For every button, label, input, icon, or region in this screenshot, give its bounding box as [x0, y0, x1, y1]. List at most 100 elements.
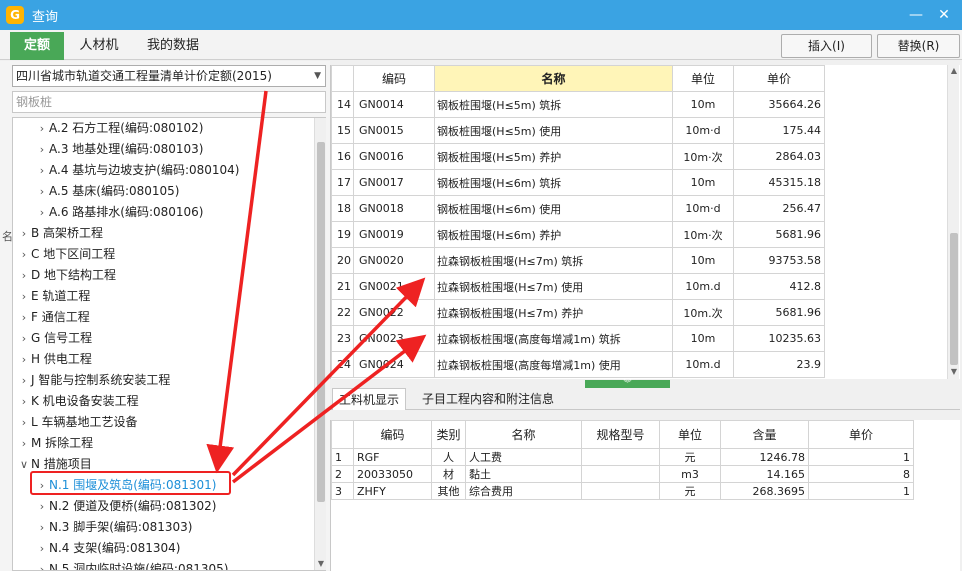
- tree-item[interactable]: › N.3 脚手架(编码:081303): [35, 517, 193, 538]
- tab-work-content[interactable]: 子目工程内容和附注信息: [416, 388, 560, 410]
- row-number: 24: [331, 351, 354, 378]
- chevron-right-icon[interactable]: ›: [17, 391, 31, 412]
- tree-item[interactable]: › C 地下区间工程: [17, 244, 115, 265]
- quota-grid: 编码 名称 单位 单价 14 GN0014 钢板桩围堰(H≤5m) 筑拆 10m 356…: [330, 65, 960, 379]
- col-header-code[interactable]: 编码: [353, 420, 432, 449]
- col-header-unit[interactable]: 单位: [672, 65, 734, 92]
- col-header-quantity[interactable]: 含量: [720, 420, 809, 449]
- resource-row[interactable]: 1 RGF 人人工费元 1246.78 1: [331, 448, 914, 466]
- library-select[interactable]: 四川省城市轨道交通工程量清单计价定额(2015) ▼: [12, 65, 326, 87]
- chevron-right-icon[interactable]: ›: [35, 160, 49, 181]
- tree-item[interactable]: › A.4 基坑与边坡支护(编码:080104): [35, 160, 240, 181]
- tree-item[interactable]: › N.5 洞内临时设施(编码:081305): [35, 559, 229, 570]
- scroll-down-icon[interactable]: ▼: [315, 558, 327, 570]
- close-button[interactable]: ✕: [934, 5, 954, 25]
- quota-name: 拉森钢板桩围堰(H≤7m) 筑拆: [434, 247, 673, 274]
- quota-row[interactable]: 19 GN0019 钢板桩围堰(H≤6m) 养护 10m·次 5681.96: [331, 221, 825, 248]
- col-header-type[interactable]: 类别: [431, 420, 466, 449]
- dropdown-arrow-icon[interactable]: ▼: [314, 66, 321, 86]
- pane-splitter-handle[interactable]: ︾: [585, 380, 670, 388]
- scroll-down-icon[interactable]: ▼: [948, 366, 960, 378]
- row-number: 14: [331, 91, 354, 118]
- quota-row[interactable]: 15 GN0015 钢板桩围堰(H≤5m) 使用 10m·d 175.44: [331, 117, 825, 144]
- col-header-code[interactable]: 编码: [353, 65, 435, 92]
- chevron-right-icon[interactable]: ›: [17, 412, 31, 433]
- col-header-name[interactable]: 名称: [465, 420, 582, 449]
- chevron-down-icon[interactable]: ∨: [17, 454, 31, 475]
- tab-resource-display[interactable]: 工料机显示: [332, 388, 407, 410]
- chevron-right-icon[interactable]: ›: [17, 433, 31, 454]
- chevron-right-icon[interactable]: ›: [35, 202, 49, 223]
- scroll-up-icon[interactable]: ▲: [948, 65, 960, 77]
- quota-row[interactable]: 18 GN0018 钢板桩围堰(H≤6m) 使用 10m·d 256.47: [331, 195, 825, 222]
- chevron-right-icon[interactable]: ›: [35, 139, 49, 160]
- col-header-spec[interactable]: 规格型号: [581, 420, 660, 449]
- resource-row[interactable]: 2 20033050 材黏土 m3 14.165 8: [331, 465, 914, 483]
- tree-item[interactable]: › N.4 支架(编码:081304): [35, 538, 181, 559]
- app-logo-icon: G: [6, 6, 24, 24]
- tab-resources[interactable]: 人材机: [66, 32, 132, 60]
- quota-row[interactable]: 14 GN0014 钢板桩围堰(H≤5m) 筑拆 10m 35664.26: [331, 91, 825, 118]
- quota-row[interactable]: 24 GN0024 拉森钢板桩围堰(高度每增减1m) 使用 10m.d 23.9: [331, 351, 825, 378]
- tree-item-label: D 地下结构工程: [31, 268, 117, 282]
- resource-unit: m3: [659, 465, 721, 483]
- quota-row[interactable]: 21 GN0021 拉森钢板桩围堰(H≤7m) 使用 10m.d 412.8: [331, 273, 825, 300]
- tree-scrollbar-thumb[interactable]: [317, 142, 325, 502]
- quota-scrollbar-thumb[interactable]: [950, 233, 958, 365]
- chevron-right-icon[interactable]: ›: [35, 538, 49, 559]
- tab-my-data[interactable]: 我的数据: [134, 32, 212, 60]
- col-header-name[interactable]: 名称: [434, 65, 673, 92]
- chevron-right-icon[interactable]: ›: [35, 181, 49, 202]
- tree-item[interactable]: › J 智能与控制系统安装工程: [17, 370, 171, 391]
- quota-row[interactable]: 20 GN0020 拉森钢板桩围堰(H≤7m) 筑拆 10m 93753.58: [331, 247, 825, 274]
- chevron-right-icon[interactable]: ›: [17, 349, 31, 370]
- col-header-price[interactable]: 单价: [733, 65, 825, 92]
- chevron-right-icon[interactable]: ›: [17, 328, 31, 349]
- quota-code: GN0018: [353, 195, 435, 222]
- chevron-right-icon[interactable]: ›: [17, 244, 31, 265]
- resource-row[interactable]: 3 ZHFY 其他 综合费用 元 268.3695 1: [331, 482, 914, 500]
- chevron-right-icon[interactable]: ›: [35, 559, 49, 570]
- tree-item[interactable]: › N.2 便道及便桥(编码:081302): [35, 496, 217, 517]
- tree-item[interactable]: › D 地下结构工程: [17, 265, 116, 286]
- insert-button[interactable]: 插入(I): [781, 34, 872, 58]
- col-header-unit[interactable]: 单位: [659, 420, 721, 449]
- chevron-right-icon[interactable]: ›: [17, 370, 31, 391]
- quota-row[interactable]: 22 GN0022 拉森钢板桩围堰(H≤7m) 养护 10m.次 5681.96: [331, 299, 825, 326]
- tree-item[interactable]: › A.3 地基处理(编码:080103): [35, 139, 204, 160]
- resource-spec: [581, 482, 660, 500]
- quota-code: GN0024: [353, 351, 435, 378]
- tree-scrollbar[interactable]: ▼: [314, 118, 326, 570]
- quota-row[interactable]: 17 GN0017 钢板桩围堰(H≤6m) 筑拆 10m 45315.18: [331, 169, 825, 196]
- chevron-right-icon[interactable]: ›: [35, 517, 49, 538]
- chevron-right-icon[interactable]: ›: [17, 265, 31, 286]
- tree-item[interactable]: › M 拆除工程: [17, 433, 93, 454]
- tree-item[interactable]: › G 信号工程: [17, 328, 92, 349]
- tree-item[interactable]: › E 轨道工程: [17, 286, 91, 307]
- tree-item[interactable]: › A.6 路基排水(编码:080106): [35, 202, 204, 223]
- search-input[interactable]: 钢板桩: [12, 91, 326, 113]
- chevron-right-icon[interactable]: ›: [17, 286, 31, 307]
- chevron-right-icon[interactable]: ›: [35, 496, 49, 517]
- quota-unit: 10m: [672, 325, 734, 352]
- quota-code: GN0021: [353, 273, 435, 300]
- tree-item[interactable]: › F 通信工程: [17, 307, 90, 328]
- quota-scrollbar[interactable]: ▲ ▼: [947, 65, 959, 379]
- col-header-price[interactable]: 单价: [808, 420, 914, 449]
- tree-item[interactable]: › H 供电工程: [17, 349, 92, 370]
- tree-item-label: B 高架桥工程: [31, 226, 104, 240]
- tree-item[interactable]: › A.5 基床(编码:080105): [35, 181, 180, 202]
- minimize-button[interactable]: —: [906, 5, 926, 25]
- tree-item[interactable]: › B 高架桥工程: [17, 223, 103, 244]
- chevron-right-icon[interactable]: ›: [17, 223, 31, 244]
- tree-item[interactable]: › K 机电设备安装工程: [17, 391, 139, 412]
- chevron-right-icon[interactable]: ›: [17, 307, 31, 328]
- tree-item-label: F 通信工程: [31, 310, 90, 324]
- quota-row[interactable]: 16 GN0016 钢板桩围堰(H≤5m) 养护 10m·次 2864.03: [331, 143, 825, 170]
- tree-item[interactable]: › A.2 石方工程(编码:080102): [35, 118, 204, 139]
- quota-row[interactable]: 23 GN0023 拉森钢板桩围堰(高度每增减1m) 筑拆 10m 10235.63: [331, 325, 825, 352]
- tab-quota[interactable]: 定额: [10, 32, 64, 60]
- replace-button[interactable]: 替换(R): [877, 34, 960, 58]
- chevron-right-icon[interactable]: ›: [35, 118, 49, 139]
- tree-item[interactable]: › L 车辆基地工艺设备: [17, 412, 138, 433]
